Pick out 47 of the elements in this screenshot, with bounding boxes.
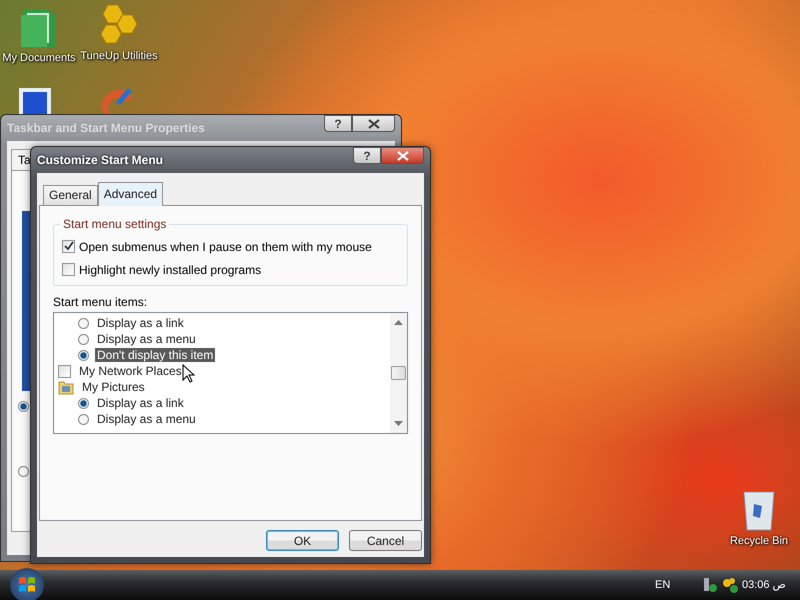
group-title: Start menu settings (60, 217, 170, 231)
radio-button[interactable] (78, 334, 89, 344)
radio-button[interactable] (78, 398, 89, 408)
list-label: Start menu items: (53, 295, 148, 309)
windows-logo-icon (17, 575, 37, 595)
radio-button[interactable] (18, 401, 29, 412)
desktop-icon-label[interactable]: My Documents (2, 52, 76, 64)
device-tray-icon[interactable] (702, 577, 718, 593)
option-label[interactable]: Display as a link (95, 316, 186, 330)
language-indicator[interactable]: EN (655, 579, 670, 591)
close-icon (368, 118, 380, 128)
help-button[interactable]: ? (353, 147, 381, 164)
option-label[interactable]: Display as a link (95, 396, 186, 410)
radio-button[interactable] (78, 414, 89, 424)
checkbox-label: Open submenus when I pause on them with my mouse (79, 240, 372, 254)
tab[interactable]: Advanced (98, 182, 164, 206)
desktop-icon-label[interactable]: TuneUp Utilities (80, 50, 158, 62)
checkbox[interactable] (62, 240, 75, 253)
window-title: Customize Start Menu (37, 153, 164, 167)
dialog-button[interactable]: Cancel (349, 530, 422, 551)
desktop-icon-label[interactable]: Recycle Bin (730, 535, 788, 547)
dialog-button[interactable]: OK (266, 530, 339, 551)
option-label[interactable]: Display as a menu (95, 332, 198, 346)
scroll-down-icon[interactable] (394, 421, 403, 427)
item-label[interactable]: My Network Places (77, 364, 184, 378)
help-button[interactable]: ? (324, 115, 352, 132)
option-label[interactable]: Don't display this item (95, 348, 216, 362)
checkbox-label: Highlight newly installed programs (79, 262, 262, 276)
checkbox[interactable] (62, 263, 75, 276)
tuneup-tray-icon[interactable] (722, 577, 738, 593)
start-button[interactable] (10, 568, 44, 600)
checkbox[interactable] (58, 364, 71, 378)
item-label[interactable]: My Pictures (80, 380, 147, 394)
radio-button[interactable] (78, 318, 89, 328)
close-button[interactable] (381, 147, 424, 164)
tab[interactable]: General (43, 185, 98, 205)
window-title: Taskbar and Start Menu Properties (7, 121, 205, 135)
folder-icon (58, 379, 74, 395)
radio-button[interactable] (78, 350, 89, 360)
close-icon (396, 150, 408, 160)
scrollbar[interactable] (390, 313, 407, 433)
option-label[interactable]: Display as a menu (95, 412, 198, 426)
scroll-up-icon[interactable] (394, 319, 403, 325)
mouse-cursor-icon (182, 364, 195, 383)
scroll-thumb[interactable] (391, 366, 406, 380)
radio-button[interactable] (18, 466, 29, 477)
close-button[interactable] (352, 115, 395, 132)
